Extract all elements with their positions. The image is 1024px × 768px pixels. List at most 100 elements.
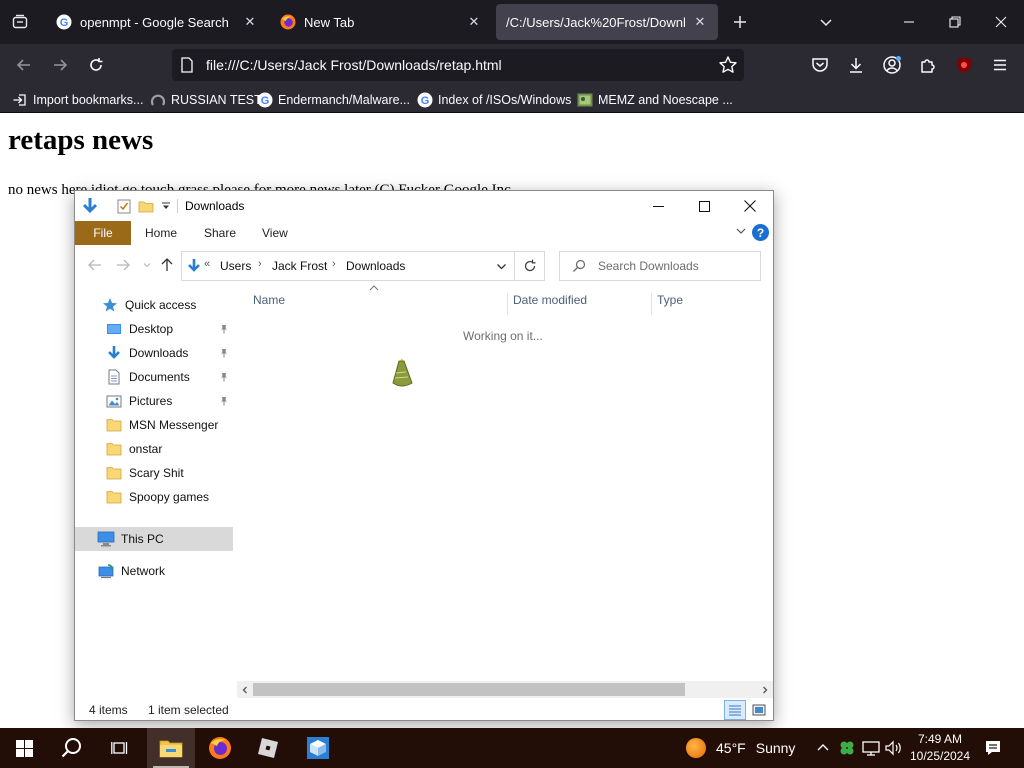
search-taskbar-button[interactable]: [48, 728, 96, 768]
plus-icon: [734, 16, 746, 28]
restore-window-button[interactable]: [932, 0, 978, 44]
bookmark-isos-windows[interactable]: G Index of /ISOs/Windows: [417, 90, 571, 110]
bookmark-star-icon[interactable]: [718, 55, 738, 78]
explorer-close-button[interactable]: [727, 191, 773, 221]
bookmark-site-icon: [150, 92, 166, 108]
notifications-icon[interactable]: [983, 738, 1003, 758]
ribbon-tab-file[interactable]: File: [75, 221, 131, 245]
list-all-tabs-button[interactable]: [812, 8, 840, 36]
nav-item-spoopy-games[interactable]: Spoopy games: [75, 485, 233, 509]
address-overflow[interactable]: «: [204, 258, 210, 270]
back-arrow-icon[interactable]: [87, 257, 103, 273]
properties-quick-access-icon[interactable]: [115, 197, 133, 215]
column-header-date-modified[interactable]: Date modified: [513, 293, 587, 313]
breadcrumb-users[interactable]: Users: [220, 259, 251, 273]
taskbar-file-explorer[interactable]: [147, 728, 195, 768]
nav-item-desktop[interactable]: Desktop: [75, 317, 233, 341]
nav-item-onstar[interactable]: onstar: [75, 437, 233, 461]
downloads-button[interactable]: [842, 51, 870, 79]
breadcrumb-jack-frost[interactable]: Jack Frost: [272, 259, 327, 273]
app-menu-button[interactable]: [986, 51, 1014, 79]
show-hidden-icons-chevron[interactable]: [813, 738, 833, 758]
close-tab-icon[interactable]: ✕: [242, 14, 258, 30]
reload-button[interactable]: [82, 51, 110, 79]
tab-overview-button[interactable]: [6, 8, 34, 36]
forward-button[interactable]: [46, 51, 74, 79]
volume-icon[interactable]: [884, 738, 904, 758]
nav-network[interactable]: Network: [75, 559, 233, 583]
explorer-minimize-button[interactable]: [635, 191, 681, 221]
bookmark-import[interactable]: Import bookmarks...: [12, 90, 143, 110]
nav-this-pc[interactable]: This PC: [75, 527, 233, 551]
pocket-button[interactable]: [806, 51, 834, 79]
sort-ascending-icon: [369, 283, 379, 293]
horizontal-scrollbar[interactable]: [237, 681, 773, 698]
close-tab-icon[interactable]: ✕: [692, 14, 708, 30]
taskbar-virtualbox[interactable]: [294, 728, 342, 768]
column-divider[interactable]: [507, 293, 508, 315]
new-folder-quick-access-icon[interactable]: [137, 197, 155, 215]
ribbon-tab-view[interactable]: View: [262, 226, 288, 240]
back-button[interactable]: [10, 51, 38, 79]
nav-item-msn-messenger[interactable]: MSN Messenger: [75, 413, 233, 437]
search-input[interactable]: [598, 257, 756, 275]
bookmark-russian-test[interactable]: RUSSIAN TEST: [150, 90, 262, 110]
url-bar[interactable]: file:///C:/Users/Jack Frost/Downloads/re…: [172, 49, 744, 81]
task-view-button[interactable]: [96, 728, 144, 768]
help-button[interactable]: ?: [752, 224, 769, 241]
tab-current-page[interactable]: /C:/Users/Jack%20Frost/Downloads ✕: [496, 4, 718, 40]
item-count: 4 items: [89, 703, 128, 717]
search-icon: [61, 738, 81, 758]
scroll-left-icon[interactable]: [238, 683, 252, 696]
downloads-icon: [81, 197, 99, 215]
taskbar-firefox[interactable]: [196, 728, 244, 768]
column-header-type[interactable]: Type: [657, 293, 683, 313]
weather-widget[interactable]: 45°F Sunny: [686, 728, 795, 768]
tab-new-tab[interactable]: New Tab ✕: [270, 4, 492, 40]
address-bar[interactable]: « Users › Jack Frost › Downloads: [181, 251, 515, 281]
bookmark-endermanch[interactable]: G Endermanch/Malware...: [257, 90, 410, 110]
search-box[interactable]: [559, 251, 761, 281]
column-divider[interactable]: [651, 293, 652, 315]
clock-date: 10/25/2024: [909, 749, 971, 763]
nav-item-pictures[interactable]: Pictures: [75, 389, 233, 413]
puzzle-icon: [921, 59, 935, 73]
refresh-button[interactable]: [515, 251, 545, 281]
clover-tray-icon[interactable]: [837, 738, 857, 758]
explorer-maximize-button[interactable]: [681, 191, 727, 221]
details-view-button[interactable]: [724, 700, 746, 720]
system-clock[interactable]: 7:49 AM 10/25/2024: [906, 731, 974, 765]
up-arrow-icon[interactable]: [159, 257, 175, 273]
account-button[interactable]: [878, 51, 906, 79]
network-tray-icon[interactable]: [861, 738, 881, 758]
nav-item-documents[interactable]: Documents: [75, 365, 233, 389]
minimize-window-button[interactable]: [886, 0, 932, 44]
nav-item-scary-shit[interactable]: Scary Shit: [75, 461, 233, 485]
scroll-right-icon[interactable]: [758, 683, 772, 696]
forward-arrow-icon[interactable]: [115, 257, 131, 273]
task-view-icon: [111, 742, 128, 754]
weather-temperature: 45°F: [716, 740, 746, 756]
ublock-origin-button[interactable]: [950, 51, 978, 79]
new-tab-button[interactable]: [726, 8, 754, 36]
breadcrumb-downloads[interactable]: Downloads: [346, 259, 405, 273]
scrollbar-thumb[interactable]: [253, 683, 685, 696]
ribbon-tab-share[interactable]: Share: [204, 226, 236, 240]
nav-item-downloads[interactable]: Downloads: [75, 341, 233, 365]
recent-locations-chevron-icon[interactable]: [139, 257, 155, 273]
tab-google-search[interactable]: G openmpt - Google Search ✕: [46, 4, 268, 40]
expand-ribbon-chevron-icon[interactable]: [735, 225, 747, 240]
extensions-button[interactable]: [914, 51, 942, 79]
customize-quick-access-dropdown[interactable]: [157, 197, 175, 215]
nav-quick-access[interactable]: Quick access: [75, 293, 233, 317]
bookmark-memz[interactable]: MEMZ and Noescape ...: [577, 90, 733, 110]
nav-label: This PC: [121, 532, 164, 546]
close-window-button[interactable]: [978, 0, 1024, 44]
address-history-chevron-icon[interactable]: [488, 252, 514, 280]
ribbon-tab-home[interactable]: Home: [145, 226, 177, 240]
start-button[interactable]: [0, 728, 48, 768]
taskbar-roblox[interactable]: [244, 728, 292, 768]
close-tab-icon[interactable]: ✕: [466, 14, 482, 30]
column-header-name[interactable]: Name: [253, 293, 285, 313]
large-icons-view-button[interactable]: [748, 700, 770, 720]
